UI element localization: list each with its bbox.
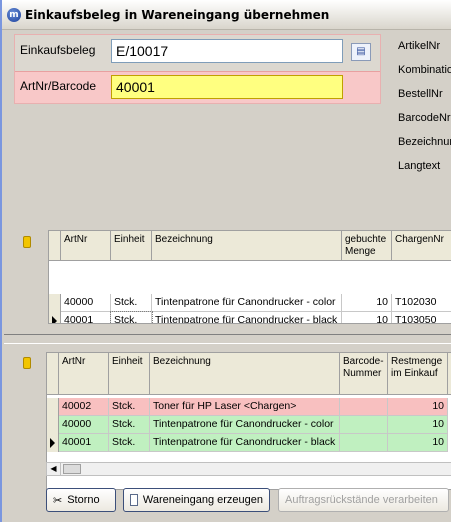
grid-header: ArtNr Einheit Bezeichnung gebuchte Menge…	[49, 231, 451, 261]
col-bezeichnung[interactable]: Bezeichnung	[152, 231, 342, 261]
title-bar: m Einkaufsbeleg in Wareneingang übernehm…	[2, 0, 451, 30]
cell-artnr[interactable]: 40000	[61, 294, 111, 312]
cell-bezeichnung[interactable]: Toner für HP Laser <Chargen>	[150, 398, 340, 416]
einkaufsbeleg-row: Einkaufsbeleg E/10017 ▤	[15, 36, 380, 68]
table-row[interactable]: 40001 Stck. Tintenpatrone für Canondruck…	[49, 311, 451, 323]
cell-einheit[interactable]: Stck.	[109, 398, 150, 416]
lookup-icon[interactable]: ▤	[351, 43, 371, 61]
cell-chargennr[interactable]: T103050	[392, 312, 451, 323]
info-label-kombination: Kombination	[398, 64, 451, 76]
info-label-bestellnr: BestellNr	[398, 88, 443, 100]
row-indicator	[47, 416, 59, 434]
dialog-window: m Einkaufsbeleg in Wareneingang übernehm…	[0, 0, 451, 522]
einkaufsbeleg-label: Einkaufsbeleg	[20, 43, 96, 57]
col-einheit[interactable]: Einheit	[111, 231, 152, 261]
cell-artnr[interactable]: 40000	[59, 416, 109, 434]
artnr-barcode-input[interactable]: 40001	[111, 75, 343, 99]
table-row[interactable]: 40000 Stck. Tintenpatrone für Canondruck…	[47, 416, 451, 434]
input-group: Einkaufsbeleg E/10017 ▤ ArtNr/Barcode 40…	[14, 34, 381, 104]
splitter[interactable]	[4, 334, 451, 344]
einkaufsbeleg-input[interactable]: E/10017	[111, 39, 343, 63]
current-row-arrow-icon	[52, 316, 57, 323]
row-indicator-header	[49, 231, 61, 261]
col-artnr[interactable]: ArtNr	[59, 353, 109, 395]
row-indicator-header	[47, 353, 59, 395]
col-bezeichnung[interactable]: Bezeichnung	[150, 353, 340, 395]
info-label-bezeichnung: Bezeichnung	[398, 136, 451, 148]
scissors-icon: ✂	[53, 494, 63, 507]
cell-restmenge[interactable]: 10	[388, 434, 448, 452]
grid-header: ArtNr Einheit Bezeichnung Barcode-Nummer…	[47, 353, 451, 395]
current-row-arrow-icon	[50, 438, 55, 448]
auftragsrueckstaende-label: Auftragsrückstände verarbeiten	[285, 494, 438, 506]
horizontal-scrollbar[interactable]: ◀	[46, 462, 451, 476]
row-indicator	[47, 434, 59, 452]
row-indicator	[49, 312, 61, 323]
info-label-artikelnr: ArtikelNr	[398, 40, 441, 52]
col-barcode-nummer[interactable]: Barcode-Nummer	[340, 353, 388, 395]
cell-barcode[interactable]	[340, 416, 388, 434]
article-info-labels: ArtikelNr Kombination BestellNr BarcodeN…	[398, 40, 451, 184]
table-row[interactable]: 40002 Stck. Toner für HP Laser <Chargen>…	[47, 398, 451, 416]
row-indicator	[47, 398, 59, 416]
cell-artnr[interactable]: 40001	[59, 434, 109, 452]
table-row[interactable]: 40001 Stck. Tintenpatrone für Canondruck…	[47, 434, 451, 452]
cell-menge[interactable]: 10	[342, 294, 392, 312]
cell-einheit[interactable]: Stck.	[111, 294, 152, 312]
cell-einheit[interactable]: Stck.	[109, 434, 150, 452]
storno-label: Storno	[67, 494, 100, 506]
cell-menge[interactable]: 10	[342, 312, 392, 323]
cell-barcode[interactable]	[340, 434, 388, 452]
cell-chargennr[interactable]: T102030	[392, 294, 451, 312]
cell-bezeichnung[interactable]: Tintenpatrone für Canondrucker - black	[150, 434, 340, 452]
col-restmenge[interactable]: Restmenge im Einkauf	[388, 353, 448, 395]
grid-note-icon[interactable]	[23, 236, 31, 248]
col-artnr[interactable]: ArtNr	[61, 231, 111, 261]
cell-bezeichnung[interactable]: Tintenpatrone für Canondrucker - black	[152, 312, 342, 323]
window-title: Einkaufsbeleg in Wareneingang übernehmen	[25, 7, 330, 22]
cell-einheit[interactable]: Stck.	[110, 311, 153, 323]
cell-artnr[interactable]: 40002	[59, 398, 109, 416]
info-label-barcodenr: BarcodeNr	[398, 112, 451, 124]
row-indicator	[49, 294, 61, 312]
col-gebuchte-menge[interactable]: gebuchte Menge	[342, 231, 392, 261]
booked-items-grid: ArtNr Einheit Bezeichnung gebuchte Menge…	[48, 230, 451, 324]
auftragsrueckstaende-button[interactable]: Auftragsrückstände verarbeiten	[278, 488, 449, 512]
artnr-barcode-row: ArtNr/Barcode 40001	[15, 71, 380, 103]
col-einheit[interactable]: Einheit	[109, 353, 150, 395]
cell-artnr[interactable]: 40001	[61, 312, 111, 323]
cell-einheit[interactable]: Stck.	[109, 416, 150, 434]
info-label-langtext: Langtext	[398, 160, 441, 172]
col-chargennr[interactable]: ChargenNr	[392, 231, 451, 261]
cell-bezeichnung[interactable]: Tintenpatrone für Canondrucker - color	[150, 416, 340, 434]
app-logo-icon: m	[7, 7, 21, 22]
top-panel: Einkaufsbeleg E/10017 ▤ ArtNr/Barcode 40…	[4, 30, 451, 334]
cell-barcode[interactable]	[340, 398, 388, 416]
scroll-thumb[interactable]	[63, 464, 81, 474]
grid-note-icon[interactable]	[23, 357, 31, 369]
scroll-left-icon[interactable]: ◀	[47, 463, 61, 475]
cell-bezeichnung[interactable]: Tintenpatrone für Canondrucker - color	[152, 294, 342, 312]
cell-restmenge[interactable]: 10	[388, 416, 448, 434]
cell-restmenge[interactable]: 10	[388, 398, 448, 416]
document-icon	[130, 494, 138, 506]
wareneingang-erzeugen-button[interactable]: Wareneingang erzeugen	[123, 488, 270, 512]
artnr-barcode-label: ArtNr/Barcode	[20, 79, 97, 93]
storno-button[interactable]: ✂ Storno	[46, 488, 116, 512]
wareneingang-erzeugen-label: Wareneingang erzeugen	[142, 494, 263, 506]
table-row[interactable]: 40000 Stck. Tintenpatrone für Canondruck…	[49, 294, 451, 312]
